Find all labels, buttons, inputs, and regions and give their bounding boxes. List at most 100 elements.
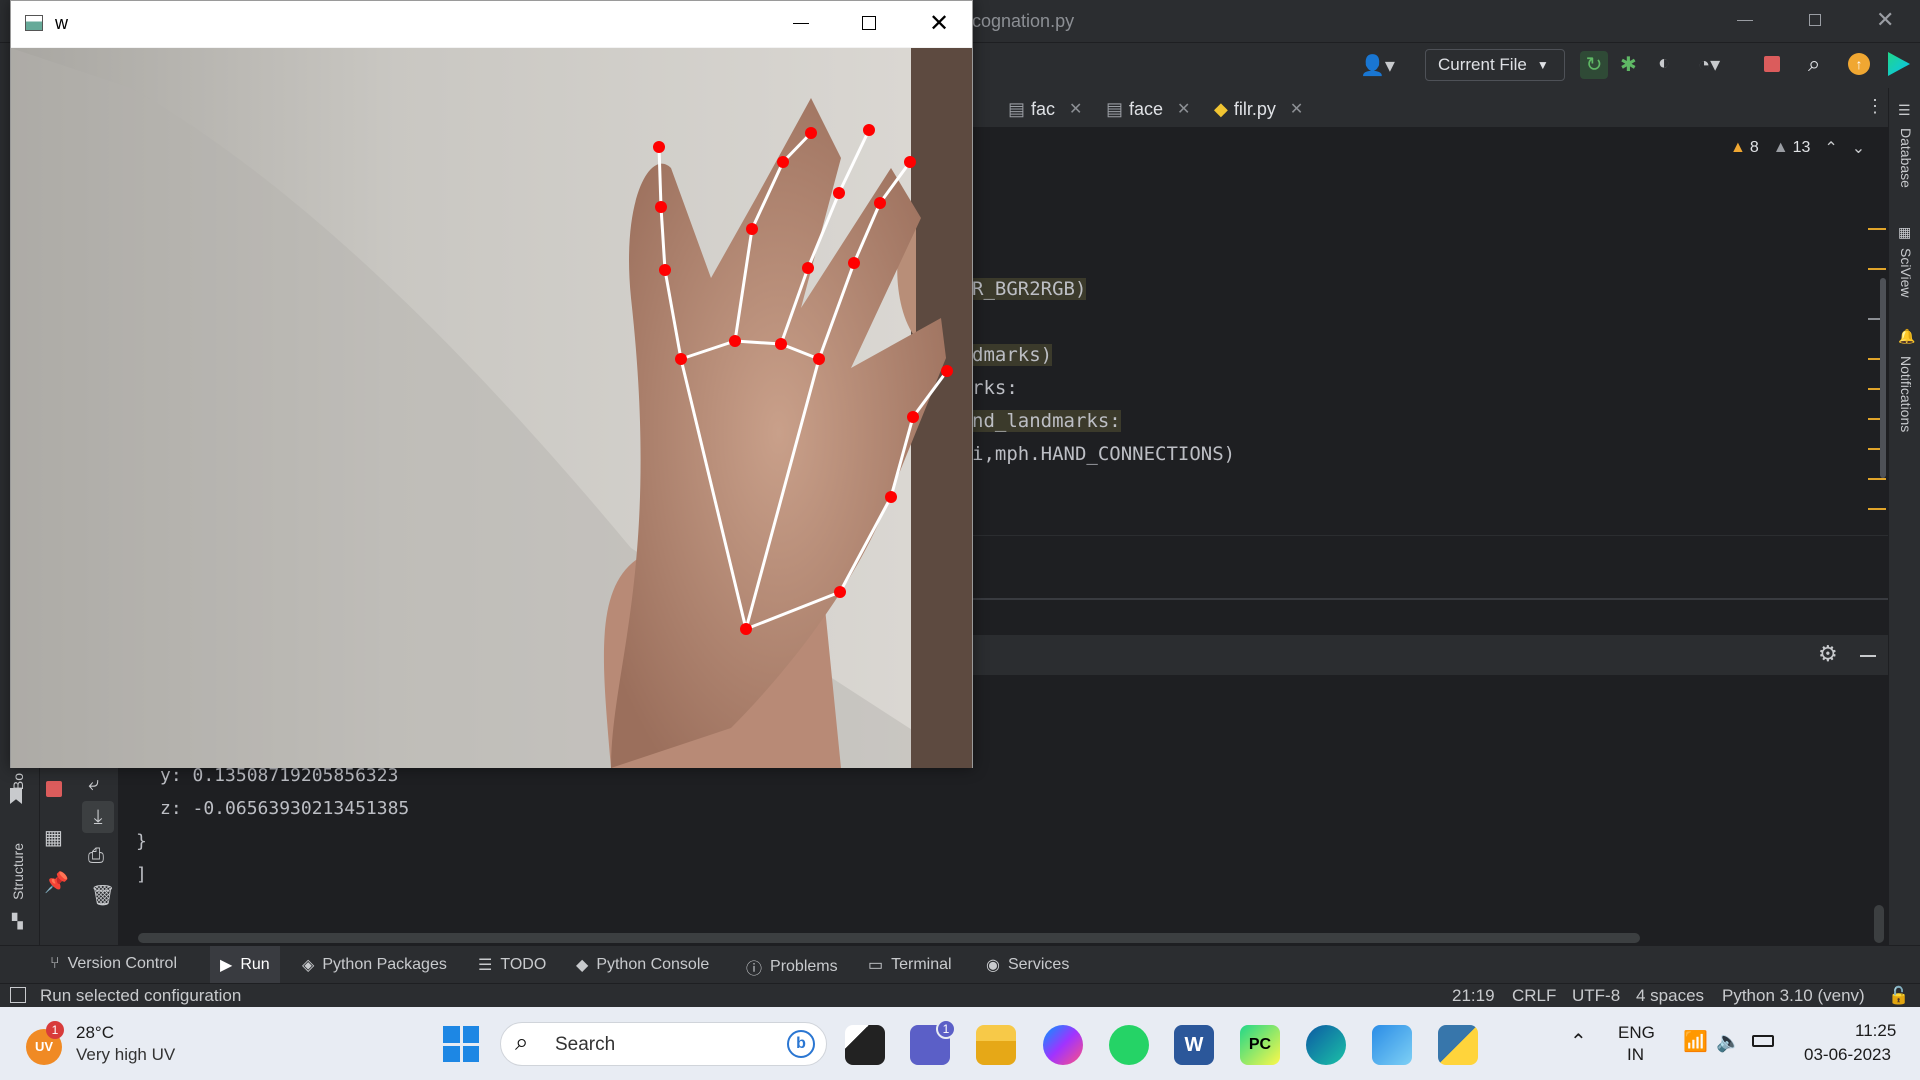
tab-fac[interactable]: ▤ fac ✕ <box>1008 96 1082 122</box>
update-icon[interactable]: ↑ <box>1848 53 1870 75</box>
error-stripe[interactable] <box>1868 228 1886 528</box>
bookmark-icon[interactable] <box>10 788 22 804</box>
code-line: dmarks) <box>972 344 1053 366</box>
tab-terminal[interactable]: ▭ Terminal <box>868 955 952 975</box>
tab-python-packages[interactable]: ◈ Python Packages <box>302 955 447 975</box>
sciview-icon[interactable]: ▦ <box>1898 224 1911 241</box>
close-tab-icon[interactable]: ✕ <box>1069 99 1082 119</box>
hand-landmark-point <box>848 257 860 269</box>
minimize-icon[interactable] <box>1737 20 1753 21</box>
profile-icon[interactable]: ◔▾ <box>1698 52 1720 77</box>
lang-secondary[interactable]: IN <box>1627 1045 1644 1065</box>
scroll-to-end-icon[interactable]: ⤓ <box>82 801 114 833</box>
bookmarks-tool[interactable]: Bo <box>10 773 26 790</box>
hand-landmark-point <box>746 223 758 235</box>
weather-widget[interactable]: UV 1 28°C Very high UV <box>26 1021 186 1067</box>
database-tool[interactable]: Database <box>1898 128 1914 188</box>
hide-panel-icon[interactable] <box>1860 655 1876 657</box>
tab-face[interactable]: ▤ face ✕ <box>1106 96 1190 122</box>
word-icon[interactable]: W <box>1174 1025 1214 1065</box>
photos-icon[interactable] <box>1372 1025 1412 1065</box>
lang-primary[interactable]: ENG <box>1618 1023 1655 1043</box>
clock-time[interactable]: 11:25 <box>1855 1021 1896 1041</box>
layers-icon: ◈ <box>302 957 315 974</box>
whatsapp-icon[interactable] <box>1109 1025 1149 1065</box>
debug-icon[interactable]: ✱ <box>1620 52 1637 77</box>
restore-icon[interactable] <box>1809 14 1821 26</box>
rerun-icon[interactable]: ↻ <box>1580 51 1608 79</box>
trash-icon[interactable]: 🗑 <box>90 883 115 908</box>
close-icon[interactable]: ✕ <box>1876 7 1894 33</box>
notifications-tool[interactable]: Notifications <box>1898 356 1914 432</box>
close-tab-icon[interactable]: ✕ <box>1290 99 1303 119</box>
lock-icon[interactable]: 🔓 <box>1888 986 1909 1006</box>
edge-icon[interactable] <box>1306 1025 1346 1065</box>
taskbar-search[interactable]: ⌕ Search b <box>500 1022 827 1066</box>
camera-frame <box>11 48 972 768</box>
file-encoding[interactable]: UTF-8 <box>1572 986 1620 1006</box>
file-explorer-icon[interactable] <box>976 1025 1016 1065</box>
ide-title: cognation.py <box>972 11 1075 31</box>
chevron-up-icon[interactable]: ⌃ <box>1824 138 1837 158</box>
battery-icon[interactable] <box>1752 1035 1774 1047</box>
horizontal-scrollbar[interactable] <box>138 933 1640 943</box>
tab-problems[interactable]: ⓘ Problems <box>746 955 838 979</box>
tab-services[interactable]: ◉ Services <box>986 955 1069 975</box>
line-separator[interactable]: CRLF <box>1512 986 1556 1006</box>
layout-icon[interactable]: ▦ <box>44 825 63 850</box>
database-icon[interactable]: ☰ <box>1898 102 1911 119</box>
tab-version-control[interactable]: ⑂ Version Control <box>50 955 177 973</box>
chevron-down-icon[interactable]: ⌄ <box>1852 138 1865 158</box>
cursor-position[interactable]: 21:19 <box>1452 986 1495 1006</box>
opencv-window[interactable]: w ✕ <box>10 0 973 768</box>
start-button[interactable] <box>443 1026 479 1062</box>
stop-icon[interactable] <box>46 781 62 797</box>
tab-run[interactable]: ▶ Run <box>210 946 280 984</box>
close-tab-icon[interactable]: ✕ <box>1177 99 1190 119</box>
task-view-icon[interactable] <box>845 1025 885 1065</box>
opencv-titlebar[interactable]: w ✕ <box>11 1 972 47</box>
bell-icon[interactable]: 🔔 <box>1898 328 1915 345</box>
print-icon[interactable]: ⎙ <box>88 845 104 868</box>
tab-todo[interactable]: ☰ TODO <box>478 955 546 975</box>
interpreter[interactable]: Python 3.10 (venv) <box>1722 986 1865 1006</box>
inspection-widget[interactable]: ▲ 8 ▲ 13 ⌃ ⌄ <box>1730 138 1865 158</box>
stop-icon[interactable] <box>1764 56 1780 72</box>
account-icon[interactable]: 👤▾ <box>1360 53 1395 78</box>
chevron-up-icon[interactable]: ⌃ <box>1570 1029 1587 1054</box>
more-icon[interactable]: ⋮ <box>1866 96 1884 117</box>
weather-temp: 28°C <box>76 1023 114 1042</box>
code-text: i,mph.HAND_CONNECTIONS) <box>972 443 1236 465</box>
pin-icon[interactable]: 📌 <box>44 870 69 895</box>
messenger-icon[interactable] <box>1043 1025 1083 1065</box>
tab-label: TODO <box>500 956 547 973</box>
structure-tool[interactable]: Structure <box>10 843 26 900</box>
sciview-tool[interactable]: SciView <box>1898 248 1914 298</box>
file-icon: ▤ <box>1106 98 1124 119</box>
console-line: } <box>136 831 147 852</box>
python-app-icon[interactable] <box>1438 1025 1478 1065</box>
vertical-scrollbar[interactable] <box>1874 905 1884 943</box>
code-line: nd_landmarks: <box>972 410 1121 432</box>
tab-python-console[interactable]: ◆ Python Console <box>576 955 709 975</box>
close-icon[interactable]: ✕ <box>929 9 949 38</box>
tab-filr-py[interactable]: ◆ filr.py ✕ <box>1214 96 1303 122</box>
volume-icon[interactable]: 🔈 <box>1716 1029 1741 1054</box>
pycharm-icon[interactable]: PC <box>1240 1025 1280 1065</box>
clock-date[interactable]: 03-06-2023 <box>1804 1045 1891 1065</box>
warning-count: 8 <box>1749 139 1759 156</box>
coverage-icon[interactable]: ◐ <box>1658 52 1670 75</box>
structure-icon[interactable]: ▚ <box>12 913 23 930</box>
minimize-icon[interactable] <box>793 23 809 24</box>
wifi-icon[interactable]: 📶 <box>1683 1029 1708 1054</box>
maximize-icon[interactable] <box>862 16 876 30</box>
window-icon <box>25 15 43 31</box>
panel-toggle-icon[interactable] <box>10 987 26 1003</box>
run-config-select[interactable]: Current File ▼ <box>1425 49 1565 81</box>
gear-icon[interactable]: ⚙ <box>1818 641 1838 667</box>
search-icon[interactable]: ⌕ <box>1808 51 1820 77</box>
plugin-icon[interactable] <box>1888 52 1910 76</box>
indent-setting[interactable]: 4 spaces <box>1636 986 1704 1006</box>
hand-landmark-point <box>805 127 817 139</box>
soft-wrap-icon[interactable]: ⤶ <box>88 773 99 796</box>
